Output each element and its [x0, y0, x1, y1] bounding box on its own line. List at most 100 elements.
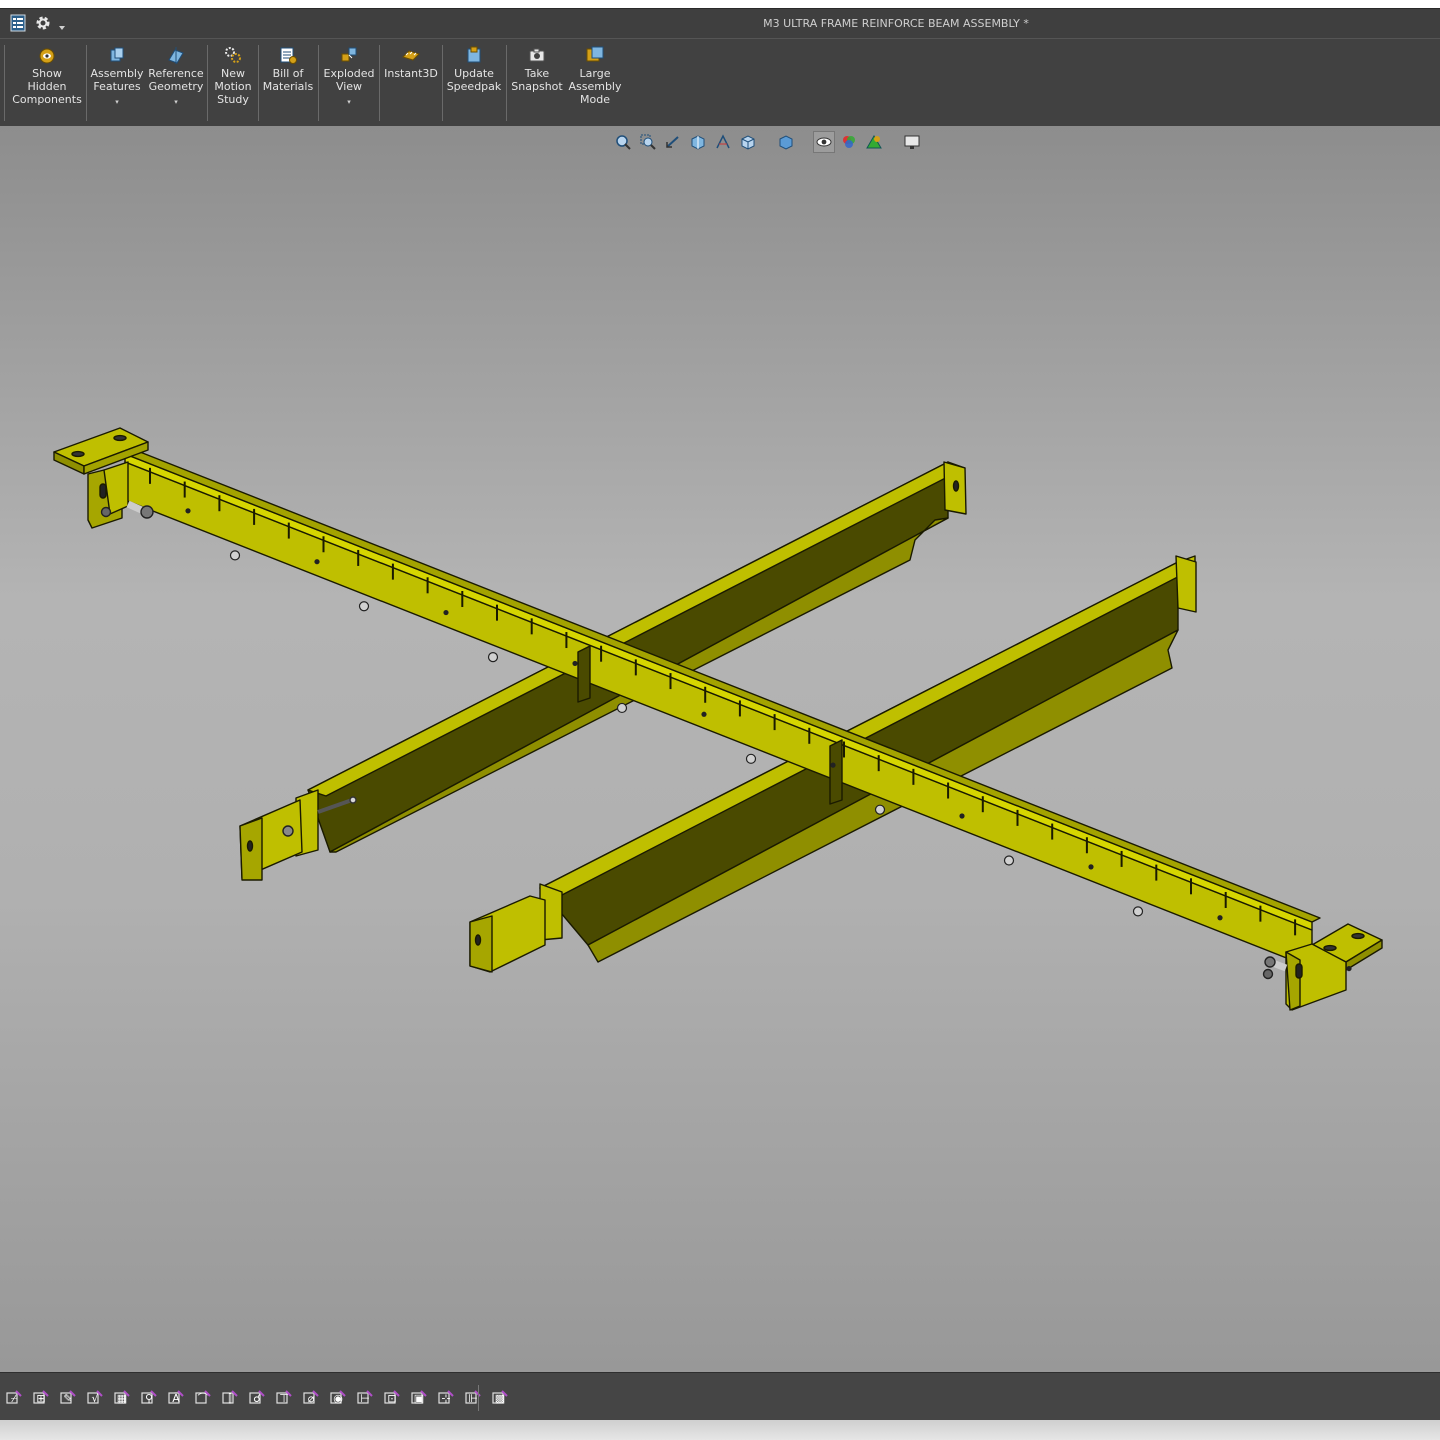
- beam-hole: [959, 813, 965, 819]
- beam-screw: [745, 753, 757, 764]
- beam-screw: [1132, 906, 1144, 917]
- beam-screw: [487, 651, 499, 663]
- bill-of-materials-button[interactable]: Bill of Materials: [262, 45, 314, 123]
- toolbar-separator: [478, 1385, 479, 1411]
- reference-geometry-button[interactable]: Reference Geometry ▾: [148, 45, 204, 123]
- dropdown-arrow-icon[interactable]: ▾: [347, 96, 351, 109]
- beam-hole: [1217, 915, 1223, 921]
- ribbon-separator: [506, 45, 507, 121]
- take-snapshot-button[interactable]: Take Snapshot: [510, 45, 564, 123]
- area-hatch-icon[interactable]: ▩: [486, 1385, 513, 1409]
- svg-text:⊤: ⊤: [279, 1392, 289, 1405]
- balloon-icon[interactable]: Ā: [162, 1385, 189, 1409]
- new-motion-study-label: New Motion Study: [214, 67, 252, 106]
- note-icon[interactable]: ▦: [108, 1385, 135, 1409]
- datum-feature-icon[interactable]: ⊢: [351, 1385, 378, 1409]
- speedpak-icon: [467, 46, 481, 63]
- ribbon-separator: [207, 45, 208, 121]
- beam-screw: [358, 601, 370, 612]
- svg-text:✎: ✎: [63, 1392, 72, 1405]
- svg-text:⫿: ⫿: [228, 1392, 232, 1405]
- large-assembly-mode-label: Large Assembly Mode: [568, 67, 622, 106]
- beam-hole: [185, 508, 191, 514]
- svg-text:⌀: ⌀: [307, 1392, 314, 1405]
- weld-symbol-icon[interactable]: ⊤: [270, 1385, 297, 1409]
- beam-screw: [1003, 855, 1015, 866]
- instant3d-icon: [402, 50, 420, 61]
- beam-screw: [616, 702, 628, 714]
- svg-text:☌: ☌: [253, 1392, 260, 1405]
- reference-geometry-icon: [168, 47, 184, 64]
- instant3d-button[interactable]: Instant3D: [383, 45, 439, 123]
- datum-target-icon[interactable]: ⊡: [378, 1385, 405, 1409]
- take-snapshot-label: Take Snapshot: [511, 67, 563, 93]
- svg-text:Ā: Ā: [172, 1392, 180, 1405]
- svg-text:◉: ◉: [333, 1392, 343, 1405]
- camera-icon: [529, 48, 545, 62]
- beam-hole: [701, 711, 707, 717]
- exploded-view-button[interactable]: Exploded View ▾: [322, 45, 376, 123]
- beam-hole: [1346, 965, 1352, 972]
- reference-geometry-label: Reference Geometry: [148, 67, 204, 93]
- svg-text:√: √: [91, 1392, 99, 1405]
- title-bar: M3 ULTRA FRAME REINFORCE BEAM ASSEMBLY *: [0, 8, 1440, 38]
- format-painter-icon[interactable]: √: [81, 1385, 108, 1409]
- surface-finish-icon[interactable]: ☌: [243, 1385, 270, 1409]
- hole-callout-icon[interactable]: ⌀: [297, 1385, 324, 1409]
- large-assembly-mode-button[interactable]: Large Assembly Mode: [568, 45, 622, 123]
- exploded-view-icon: [341, 47, 357, 62]
- status-strip: [0, 1420, 1440, 1440]
- assembly-features-icon: [110, 47, 124, 62]
- svg-text:⌿: ⌿: [10, 1392, 17, 1405]
- beam-screw: [229, 550, 241, 561]
- new-motion-study-button[interactable]: New Motion Study: [211, 45, 255, 123]
- instant3d-label: Instant3D: [384, 67, 438, 80]
- show-hidden-label: Show Hidden Components: [12, 67, 82, 106]
- motion-study-icon: [225, 47, 241, 63]
- exploded-view-label: Exploded View: [323, 67, 375, 93]
- beam-hole: [314, 559, 320, 565]
- centerline-icon[interactable]: ⊩: [459, 1385, 486, 1409]
- assembly-features-label: Assembly Features: [90, 67, 144, 93]
- graphics-area[interactable]: [0, 126, 1440, 1372]
- command-manager-ribbon: Show Hidden Components Assembly Features…: [0, 38, 1440, 126]
- blocks-icon[interactable]: ▣: [405, 1385, 432, 1409]
- auto-balloon-icon[interactable]: ⌒: [189, 1385, 216, 1409]
- beam-screw: [874, 804, 886, 815]
- geometric-tolerance-icon[interactable]: ◉: [324, 1385, 351, 1409]
- show-hidden-components-button[interactable]: Show Hidden Components: [12, 45, 82, 123]
- svg-text:⊢: ⊢: [360, 1392, 370, 1405]
- assembly-model[interactable]: [0, 126, 1440, 1372]
- svg-text:⊞: ⊞: [36, 1392, 45, 1405]
- beam-hole: [572, 660, 578, 667]
- beam-hole: [443, 609, 449, 616]
- ribbon-separator: [379, 45, 380, 121]
- annotation-toolbar: ⌿ ⊞ ✎ √ ▦ ⚲ Ā ⌒ ⫿ ☌ ⊤ ⌀ ◉ ⊢ ⊡ ▣ ⊹ ⊩ ▩: [0, 1372, 1440, 1420]
- ribbon-separator: [318, 45, 319, 121]
- ribbon-separator: [442, 45, 443, 121]
- update-speedpak-button[interactable]: Update Speedpak: [446, 45, 502, 123]
- beam-hole: [1088, 864, 1094, 870]
- dropdown-arrow-icon[interactable]: ▾: [115, 96, 119, 109]
- magnetic-line-icon[interactable]: ⫿: [216, 1385, 243, 1409]
- ribbon-separator: [258, 45, 259, 121]
- bill-of-materials-label: Bill of Materials: [262, 67, 314, 93]
- dropdown-arrow-icon[interactable]: ▾: [174, 96, 178, 109]
- model-items-icon[interactable]: ⊞: [27, 1385, 54, 1409]
- smart-dimension-icon[interactable]: ⌿: [0, 1385, 27, 1409]
- show-hidden-icon: [39, 48, 55, 64]
- large-assembly-icon: [586, 46, 604, 62]
- ribbon-separator: [4, 45, 5, 121]
- linear-note-pattern-icon[interactable]: ⚲: [135, 1385, 162, 1409]
- svg-text:⊹: ⊹: [441, 1392, 450, 1405]
- window-title: M3 ULTRA FRAME REINFORCE BEAM ASSEMBLY *: [763, 17, 1029, 30]
- update-speedpak-label: Update Speedpak: [446, 67, 502, 93]
- svg-text:⊡: ⊡: [387, 1392, 396, 1405]
- annotation-icons: ⌿ ⊞ ✎ √ ▦ ⚲ Ā ⌒ ⫿ ☌ ⊤ ⌀ ◉ ⊢ ⊡ ▣ ⊹ ⊩ ▩: [0, 1385, 513, 1409]
- center-mark-icon[interactable]: ⊹: [432, 1385, 459, 1409]
- bom-icon: [280, 47, 297, 64]
- assembly-features-button[interactable]: Assembly Features ▾: [90, 45, 144, 123]
- beam-hole: [830, 762, 836, 768]
- spell-checker-icon[interactable]: ✎: [54, 1385, 81, 1409]
- ribbon-separator: [86, 45, 87, 121]
